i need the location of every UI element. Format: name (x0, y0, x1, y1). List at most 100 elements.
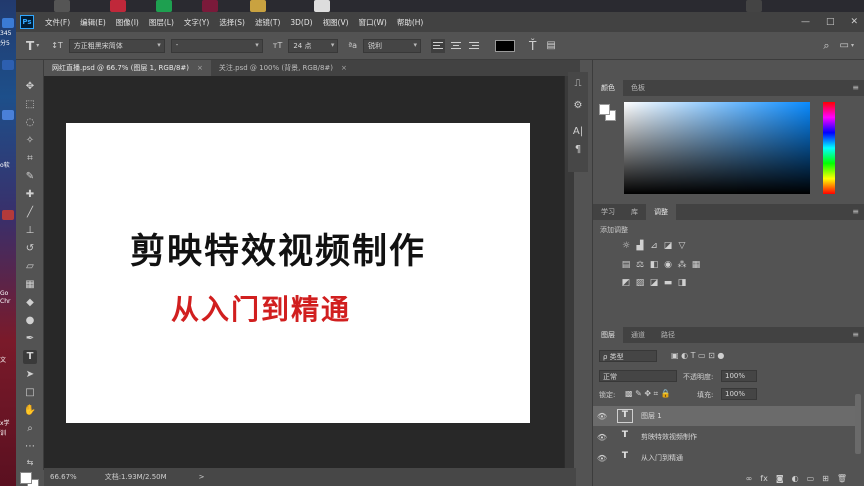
app-icon[interactable] (156, 0, 172, 12)
desktop-icon[interactable] (2, 60, 14, 70)
channel-mixer-icon[interactable]: ⁂ (677, 260, 687, 270)
black-white-icon[interactable]: ◧ (649, 260, 659, 270)
invert-icon[interactable]: ◩ (621, 278, 631, 288)
app-icon[interactable] (314, 0, 330, 12)
hue-saturation-icon[interactable]: ▤ (621, 260, 631, 270)
marquee-tool-icon[interactable]: ⬚ (23, 98, 37, 112)
move-tool-icon[interactable]: ✥ (23, 80, 37, 94)
status-menu-arrow[interactable]: > (199, 473, 205, 481)
close-icon[interactable]: × (197, 64, 203, 72)
color-lookup-icon[interactable]: ▦ (691, 260, 701, 270)
menu-type[interactable]: 文字(Y) (179, 17, 214, 28)
menu-help[interactable]: 帮助(H) (392, 17, 429, 28)
gradient-tool-icon[interactable]: ▦ (23, 278, 37, 292)
foreground-color-swatch[interactable] (20, 472, 32, 484)
app-icon[interactable] (202, 0, 218, 12)
tab-learn[interactable]: 学习 (593, 204, 623, 220)
layer-row[interactable]: 👁 T 剪映特效视频制作 (593, 427, 855, 447)
antialias-select[interactable]: 锐利 ▾ (363, 38, 422, 53)
blur-tool-icon[interactable]: ◆ (23, 296, 37, 310)
brightness-icon[interactable]: ☼ (621, 241, 631, 251)
tab-paths[interactable]: 路径 (653, 327, 683, 343)
menu-select[interactable]: 选择(S) (214, 17, 250, 28)
new-group-icon[interactable]: ▭ (807, 474, 815, 483)
layer-filter-icons[interactable]: ▣ ◐ T ▭ ⊡ ● (671, 351, 724, 360)
opacity-input[interactable]: 100% (721, 370, 757, 382)
threshold-icon[interactable]: ◪ (649, 278, 659, 288)
hand-tool-icon[interactable]: ✋ (23, 404, 37, 418)
layer-name[interactable]: 剪映特效视频制作 (641, 432, 697, 442)
layer-name[interactable]: 从入门到精通 (641, 453, 683, 463)
properties-icon[interactable]: ⚙ (572, 100, 584, 112)
fill-input[interactable]: 100% (721, 388, 757, 400)
dodge-tool-icon[interactable]: ● (23, 314, 37, 328)
foreground-background-colors[interactable] (20, 472, 40, 486)
workspace-dropdown-icon[interactable]: ▾ (851, 42, 854, 49)
menu-file[interactable]: 文件(F) (40, 17, 75, 28)
selective-color-icon[interactable]: ◨ (677, 278, 687, 288)
tab-layers[interactable]: 图层 (593, 327, 623, 343)
visibility-eye-icon[interactable]: 👁 (593, 412, 611, 421)
edit-toolbar-icon[interactable]: ⇆ (23, 456, 37, 470)
quick-select-tool-icon[interactable]: ✧ (23, 134, 37, 148)
lasso-tool-icon[interactable]: ◌ (23, 116, 37, 130)
align-right-button[interactable] (467, 39, 481, 53)
vibrance-icon[interactable]: ▽ (677, 241, 687, 251)
gradient-map-icon[interactable]: ▬ (663, 278, 673, 288)
tab-guanzhu[interactable]: 关注.psd @ 100% (背景, RGB/8#) × (211, 60, 355, 76)
color-panel-fg-bg[interactable] (599, 104, 619, 124)
exposure-icon[interactable]: ◪ (663, 241, 673, 251)
photo-filter-icon[interactable]: ◉ (663, 260, 673, 270)
maximize-button[interactable]: □ (826, 17, 835, 27)
character-icon[interactable]: A| (572, 126, 584, 138)
text-orientation-icon[interactable]: ↕T (51, 41, 63, 50)
blend-mode-select[interactable]: 正常 (599, 370, 677, 382)
align-center-button[interactable] (449, 39, 463, 53)
menu-edit[interactable]: 编辑(E) (75, 17, 111, 28)
zoom-tool-icon[interactable]: ⌕ (23, 422, 37, 436)
pen-tool-icon[interactable]: ✒ (23, 332, 37, 346)
layer-row[interactable]: 👁 T 图层 1 (593, 406, 855, 426)
color-picker-field[interactable] (624, 102, 810, 194)
app-icon[interactable] (250, 0, 266, 12)
new-adjustment-icon[interactable]: ◐ (792, 474, 799, 483)
align-left-button[interactable] (431, 38, 446, 53)
history-icon[interactable]: ⎍ (572, 78, 584, 90)
clone-stamp-tool-icon[interactable]: ⊥ (23, 224, 37, 238)
brush-tool-icon[interactable]: ╱ (23, 206, 37, 220)
panel-menu-icon[interactable]: ≡ (852, 204, 859, 220)
type-tool-preset-icon[interactable]: T (26, 39, 34, 53)
canvas-subtitle-text[interactable]: 从入门到精通 (171, 288, 351, 328)
levels-icon[interactable]: ▟ (635, 241, 645, 251)
foreground-color-swatch[interactable] (599, 104, 610, 115)
menu-window[interactable]: 窗口(W) (354, 17, 392, 28)
close-icon[interactable]: × (341, 64, 347, 72)
layer-style-icon[interactable]: fx (760, 474, 768, 483)
menu-filter[interactable]: 滤镜(T) (250, 17, 285, 28)
minimize-button[interactable]: — (801, 17, 810, 27)
layer-name[interactable]: 图层 1 (641, 411, 662, 421)
hue-slider[interactable] (823, 102, 835, 194)
text-color-swatch[interactable] (495, 39, 516, 52)
layers-scrollbar[interactable] (855, 394, 861, 454)
add-mask-icon[interactable]: ◙ (776, 474, 784, 483)
menu-view[interactable]: 视图(V) (318, 17, 354, 28)
paragraph-icon[interactable]: ¶ (572, 144, 584, 156)
menu-image[interactable]: 图像(I) (111, 17, 144, 28)
desktop-icon[interactable] (2, 110, 14, 120)
font-style-select[interactable]: - ▾ (170, 38, 263, 53)
app-icon[interactable] (746, 0, 762, 12)
font-family-select[interactable]: 方正粗黑宋简体 ▾ (68, 38, 165, 53)
panel-menu-icon[interactable]: ≡ (852, 327, 859, 343)
layer-filter-select[interactable]: ρ 类型 (599, 350, 657, 362)
font-size-select[interactable]: 24 点 ▾ (288, 38, 339, 53)
close-button[interactable]: ✕ (850, 17, 858, 27)
path-select-tool-icon[interactable]: ➤ (23, 368, 37, 382)
menu-layer[interactable]: 图层(L) (144, 17, 179, 28)
history-brush-tool-icon[interactable]: ↺ (23, 242, 37, 256)
preset-dropdown-icon[interactable]: ▾ (36, 42, 39, 49)
app-icon[interactable] (110, 0, 126, 12)
crop-tool-icon[interactable]: ⌗ (23, 152, 37, 166)
desktop-icon[interactable] (2, 18, 14, 28)
desktop-icon[interactable] (2, 210, 14, 220)
